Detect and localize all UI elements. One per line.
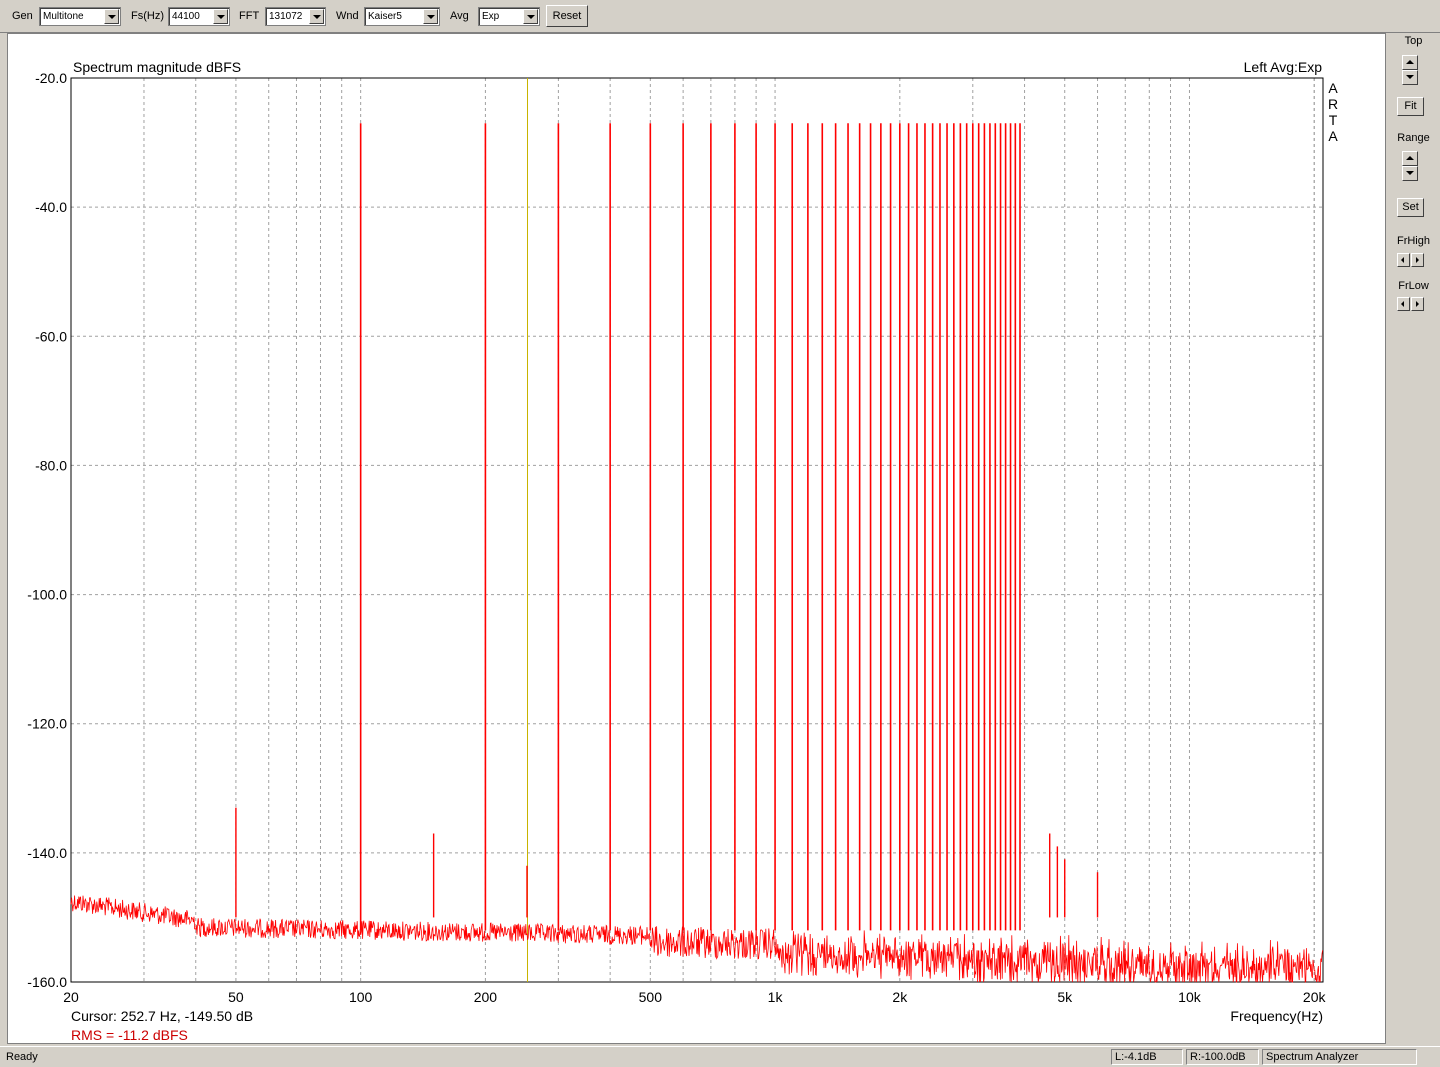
brand-letter: R [1328, 96, 1338, 112]
chevron-down-icon[interactable] [104, 9, 119, 24]
samplerate-value: 44100 [172, 11, 200, 22]
x-tick-label: 100 [349, 989, 373, 1005]
frhigh-left-arrow-icon[interactable] [1397, 253, 1410, 267]
samplerate-select[interactable]: 44100 [168, 7, 230, 26]
fit-button[interactable]: Fit [1397, 97, 1424, 116]
x-tick-label: 2k [892, 989, 908, 1005]
x-tick-label: 10k [1178, 989, 1202, 1005]
noise-trace [70, 895, 1323, 984]
chevron-down-icon[interactable] [423, 9, 438, 24]
window-label: Wnd [336, 10, 359, 22]
range-label: Range [1397, 132, 1430, 144]
chevron-down-icon[interactable] [309, 9, 324, 24]
status-bar: Ready L:-4.1dB R:-100.0dB Spectrum Analy… [0, 1046, 1440, 1067]
brand-letter: T [1329, 112, 1338, 128]
fft-label: FFT [239, 10, 260, 22]
frhigh-label: FrHigh [1396, 235, 1430, 247]
y-tick-label: -60.0 [35, 328, 67, 344]
averaging-value: Exp [482, 11, 500, 22]
y-tick-label: -80.0 [35, 457, 67, 473]
channel-info: Left Avg:Exp [1244, 59, 1323, 75]
x-axis-label: Frequency(Hz) [1230, 1008, 1323, 1024]
y-tick-label: -120.0 [27, 716, 67, 732]
spectrum-chart[interactable]: -20.0 -40.0 -60.0 -80.0 -100.0 -120.0 -140.0 -1… [8, 34, 1385, 1043]
set-button[interactable]: Set [1397, 198, 1424, 217]
frlow-left-arrow-icon[interactable] [1397, 297, 1410, 311]
frlow-right-arrow-icon[interactable] [1411, 297, 1424, 311]
window-value: Kaiser5 [368, 11, 402, 22]
toolbar: Gen Multitone Fs(Hz) 44100 FFT 131072 Wn… [0, 0, 1440, 33]
y-tick-label: -20.0 [35, 70, 67, 86]
frlow-label: FrLow [1398, 280, 1429, 292]
status-ready: Ready [6, 1051, 38, 1063]
x-tick-label: 1k [768, 989, 784, 1005]
status-right-level: R:-100.0dB [1186, 1049, 1259, 1065]
y-tick-label: -140.0 [27, 845, 67, 861]
plot-frame [70, 77, 1324, 983]
top-label: Top [1404, 35, 1423, 47]
fs-label: Fs(Hz) [131, 10, 164, 22]
y-tick-label: -100.0 [27, 587, 67, 603]
chevron-down-icon[interactable] [523, 9, 538, 24]
range-up-arrow-icon[interactable] [1402, 151, 1418, 166]
plot-title: Spectrum magnitude dBFS [73, 59, 241, 75]
x-tick-label: 500 [639, 989, 663, 1005]
window-select[interactable]: Kaiser5 [364, 7, 440, 26]
generator-select[interactable]: Multitone [39, 7, 121, 26]
avg-label: Avg [450, 10, 469, 22]
gen-label: Gen [12, 10, 33, 22]
rms-readout: RMS = -11.2 dBFS [71, 1027, 188, 1043]
reset-button[interactable]: Reset [546, 5, 588, 27]
fft-size-value: 131072 [269, 11, 303, 22]
generator-value: Multitone [43, 11, 84, 22]
plot-panel: -20.0 -40.0 -60.0 -80.0 -100.0 -120.0 -140.0 -1… [7, 33, 1386, 1044]
x-tick-label: 200 [474, 989, 498, 1005]
y-tick-label: -160.0 [27, 974, 67, 990]
top-up-arrow-icon[interactable] [1402, 55, 1418, 70]
range-down-arrow-icon[interactable] [1402, 166, 1418, 181]
chevron-down-icon[interactable] [213, 9, 228, 24]
top-down-arrow-icon[interactable] [1402, 70, 1418, 85]
side-panel: Top [1387, 33, 1440, 1044]
status-mode: Spectrum Analyzer [1262, 1049, 1417, 1065]
brand-letter: A [1328, 128, 1338, 144]
x-tick-label: 20 [63, 989, 79, 1005]
brand-letter: A [1328, 80, 1338, 96]
fft-size-select[interactable]: 131072 [265, 7, 326, 26]
x-tick-label: 20k [1303, 989, 1327, 1005]
averaging-select[interactable]: Exp [478, 7, 540, 26]
x-tick-label: 50 [228, 989, 244, 1005]
status-left-level: L:-4.1dB [1111, 1049, 1183, 1065]
cursor-readout: Cursor: 252.7 Hz, -149.50 dB [71, 1008, 253, 1024]
y-tick-label: -40.0 [35, 199, 67, 215]
frhigh-right-arrow-icon[interactable] [1411, 253, 1424, 267]
x-tick-label: 5k [1057, 989, 1073, 1005]
